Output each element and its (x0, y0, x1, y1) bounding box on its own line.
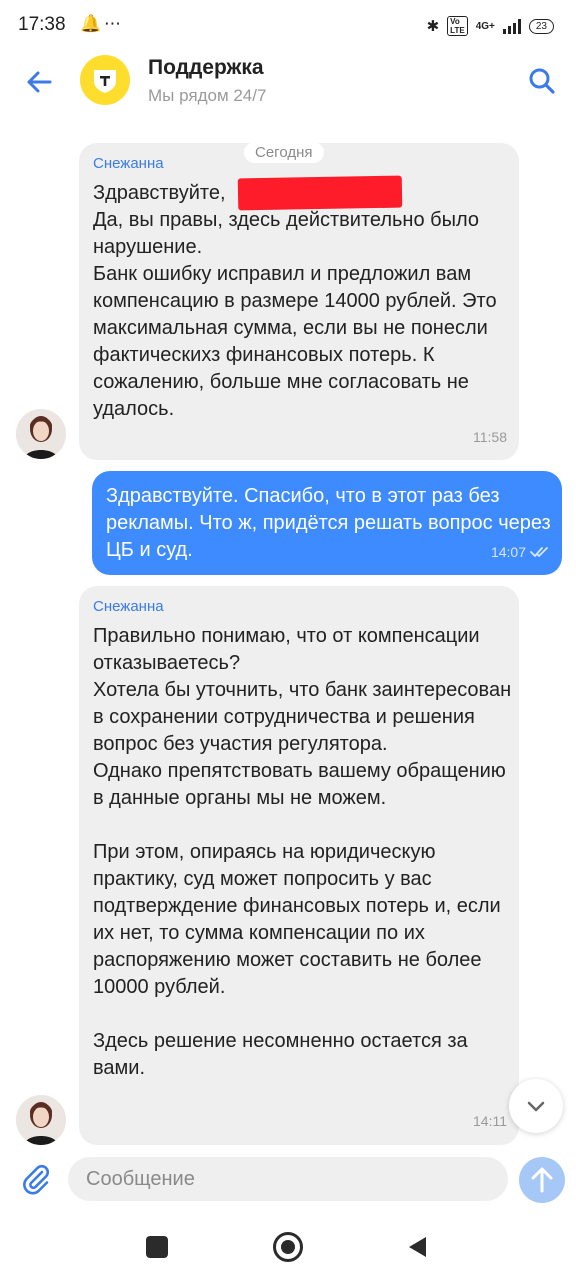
network-type: 4G+ (475, 20, 495, 32)
scroll-down-button[interactable] (509, 1079, 563, 1133)
battery-icon: 23 (528, 18, 554, 34)
tinkoff-shield-icon (94, 70, 116, 93)
message-text: Правильно понимаю, что от компенсации от… (93, 625, 512, 1079)
message-time: 14:07 (490, 544, 526, 560)
status-indicators: ✱ Vo LTE 4G+ 23 (427, 16, 554, 36)
search-icon[interactable] (528, 67, 556, 95)
operator-avatar[interactable] (16, 1095, 66, 1145)
operator-photo (16, 409, 66, 459)
battery-level: 23 (535, 20, 547, 32)
bluetooth-icon: ✱ (426, 18, 440, 35)
status-time: 17:38 (18, 14, 66, 35)
message-input[interactable] (68, 1157, 508, 1201)
operator-avatar[interactable] (16, 409, 66, 459)
date-divider: Сегодня (244, 142, 324, 163)
recent-apps-button[interactable] (146, 1236, 168, 1258)
notification-bell-icon: 🔔 (80, 14, 102, 33)
support-avatar[interactable] (80, 55, 130, 105)
message-time: 11:58 (473, 429, 507, 445)
message-bubble-incoming[interactable]: Снежанна Правильно понимаю, что от компе… (79, 586, 519, 1145)
back-arrow-icon[interactable] (22, 64, 58, 100)
chat-header: Поддержка Мы рядом 24/7 (0, 50, 576, 120)
signal-icon (502, 18, 521, 34)
home-dot (281, 1240, 295, 1254)
home-button[interactable] (273, 1232, 303, 1262)
chevron-down-icon (527, 1101, 545, 1112)
system-navigation-bar (0, 1216, 576, 1280)
message-text: Здравствуйте, Да, вы правы, здесь действ… (93, 182, 497, 420)
chat-subtitle: Мы рядом 24/7 (148, 86, 267, 105)
send-button[interactable] (519, 1157, 565, 1203)
double-check-icon (530, 547, 548, 557)
operator-photo (16, 1095, 66, 1145)
message-time: 14:11 (473, 1113, 507, 1129)
volte-icon: Vo LTE (447, 16, 468, 36)
message-sender: Снежанна (93, 155, 164, 172)
more-notifications-icon: ⋯ (104, 14, 122, 33)
message-time-row: 14:07 (491, 544, 550, 560)
send-icon (531, 1167, 553, 1193)
message-bubble-outgoing[interactable]: Здравствуйте. Спасибо, что в этот раз бе… (92, 471, 562, 575)
chat-title[interactable]: Поддержка (148, 56, 264, 80)
nav-back-button[interactable] (406, 1235, 428, 1259)
attach-icon[interactable] (20, 1163, 52, 1195)
redacted-name (237, 175, 403, 211)
status-bar: 17:38 🔔 ⋯ ✱ Vo LTE 4G+ 23 (0, 0, 576, 50)
message-sender: Снежанна (93, 598, 164, 615)
